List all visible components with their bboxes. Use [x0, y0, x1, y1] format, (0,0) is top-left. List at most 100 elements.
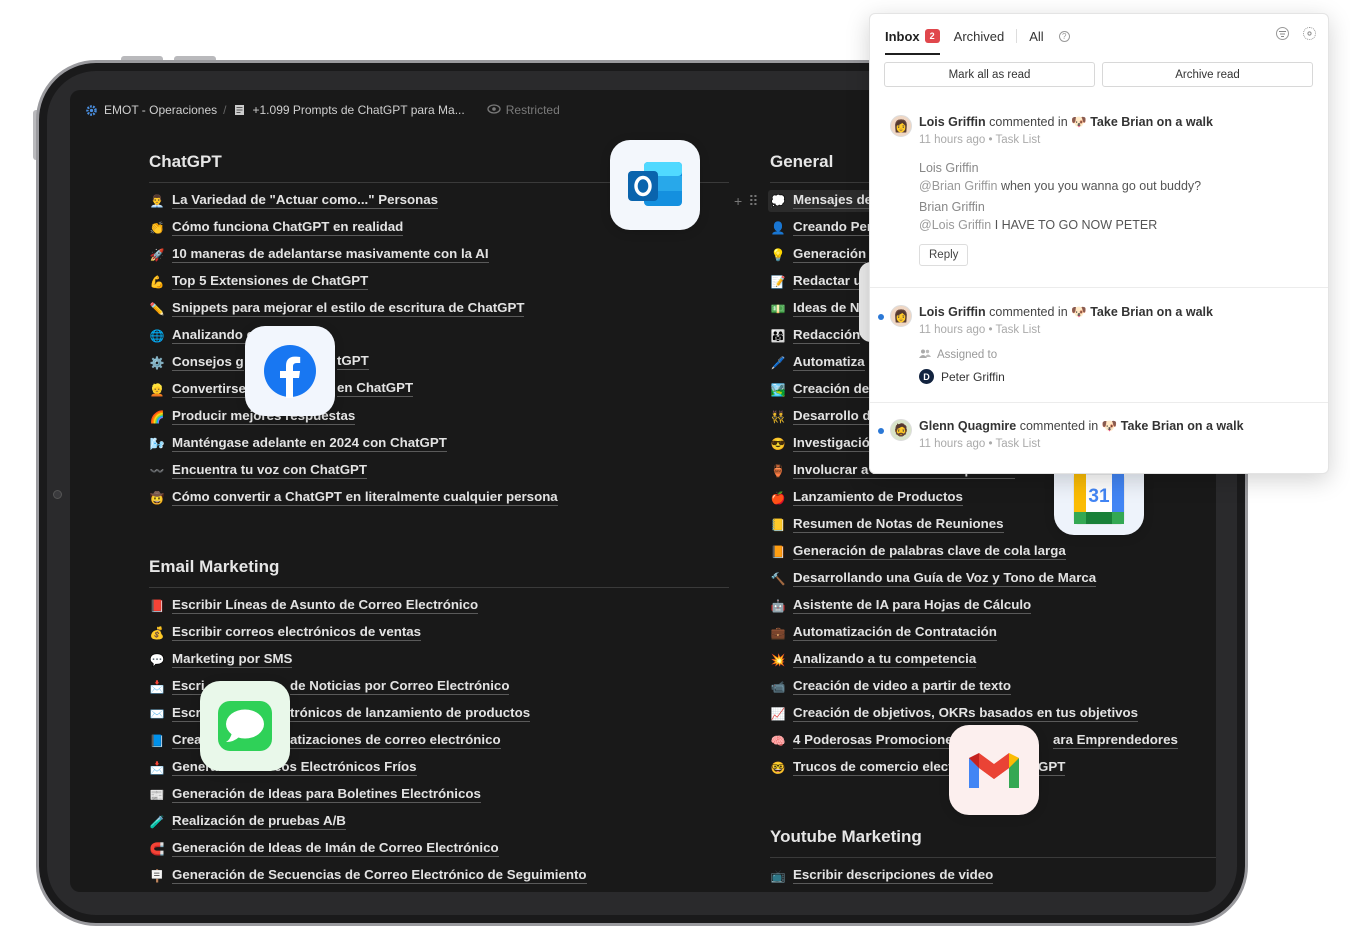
list-item[interactable]: 📈 Creación de objetivos, OKRs basados en … — [770, 700, 1216, 727]
task-link[interactable]: Take Brian on a walk — [1090, 305, 1213, 319]
item-icon: 📩 — [149, 760, 165, 775]
notification-headline: Lois Griffin commented in 🐶 Take Brian o… — [919, 305, 1213, 319]
list-item[interactable]: 🤖 Asistente de IA para Hojas de Cálculo — [770, 592, 1216, 619]
list-item[interactable]: 〰️ Encuentra tu voz con ChatGPT — [149, 457, 729, 484]
list-item[interactable]: 💥 Analizando a tu competencia — [770, 646, 1216, 673]
list-item[interactable]: 🧪 Realización de pruebas A/B — [149, 808, 729, 835]
list-item-tail[interactable]: en ChatGPT — [337, 375, 414, 402]
assigned-to-label: Assigned to — [919, 349, 1328, 361]
settings-gear-icon[interactable] — [1303, 27, 1316, 40]
stage: EMOT - Operaciones / +1.099 Prompts de C… — [0, 0, 1350, 943]
item-label: Creación de video a partir de texto — [793, 678, 1011, 695]
list-item[interactable]: 🤠 Cómo convertir a ChatGPT en literalment… — [149, 484, 729, 511]
list-item[interactable]: 🪧 Generación de Secuencias de Correo Elec… — [149, 862, 729, 889]
list-item[interactable]: 🌐 Analizando e — [149, 322, 729, 349]
notification-item[interactable]: 👩 Lois Griffin commented in 🐶 Take Brian… — [870, 113, 1328, 288]
tab-inbox[interactable]: Inbox 2 — [885, 26, 940, 46]
item-icon: 🌬️ — [149, 436, 165, 451]
item-icon: 💼 — [770, 625, 786, 640]
list-item[interactable]: 🌬️ Manténgase adelante en 2024 con ChatGP… — [149, 430, 729, 457]
filter-icon[interactable] — [1276, 27, 1289, 40]
list-item-tail[interactable]: atizaciones de correo electrónico — [290, 727, 501, 754]
item-icon: ✉️ — [149, 706, 165, 721]
row-handles[interactable]: + ⠿ — [734, 193, 758, 210]
list-item-tail[interactable]: trónicos de lanzamiento de productos — [290, 700, 531, 727]
tab-all[interactable]: All — [1029, 26, 1043, 46]
outlook-app-icon[interactable] — [610, 140, 700, 230]
add-block-icon[interactable]: + — [734, 193, 742, 210]
item-label: Crea — [172, 732, 202, 749]
item-label: Generación de Secuencias de Correo Elect… — [172, 867, 587, 884]
item-icon: 👨‍💼 — [149, 193, 165, 208]
item-label: Automatiza — [793, 354, 865, 371]
list-item[interactable]: 💰 Escribir correos electrónicos de ventas — [149, 619, 729, 646]
mark-all-read-button[interactable]: Mark all as read — [884, 62, 1095, 87]
list-item[interactable]: 👱 Convertirse — [149, 376, 729, 403]
list-item[interactable]: 📹 Creación de video a partir de texto — [770, 673, 1216, 700]
item-icon: 📕 — [149, 598, 165, 613]
tab-divider — [1016, 29, 1018, 43]
item-icon: 📰 — [149, 787, 165, 802]
item-icon: 📺 — [770, 868, 786, 883]
task-link[interactable]: Take Brian on a walk — [1090, 115, 1213, 129]
tab-archived[interactable]: Archived — [954, 26, 1005, 46]
item-icon: 🤠 — [149, 490, 165, 505]
gmail-app-icon[interactable] — [949, 725, 1039, 815]
list-item[interactable]: 💬 Marketing por SMS — [149, 646, 729, 673]
list-item[interactable]: 📙 Generación de palabras clave de cola la… — [770, 538, 1216, 565]
item-icon: 🤖 — [770, 598, 786, 613]
list-item[interactable]: ✏️ Snippets para mejorar el estilo de esc… — [149, 295, 729, 322]
archive-read-button[interactable]: Archive read — [1102, 62, 1313, 87]
list-item[interactable]: 🧲 Generación de Ideas de Imán de Correo E… — [149, 835, 729, 862]
notification-item[interactable]: 👩 Lois Griffin commented in 🐶 Take Brian… — [870, 303, 1328, 403]
list-item-tail[interactable]: ara Emprendedores — [1053, 727, 1178, 754]
item-icon: 🧠 — [770, 733, 786, 748]
eye-icon — [487, 103, 501, 117]
list-item[interactable]: 🚀 10 maneras de adelantarse masivamente c… — [149, 241, 729, 268]
list-item-tail[interactable]: tGPT — [337, 348, 369, 375]
item-icon: 📹 — [770, 679, 786, 694]
panel-tools — [1276, 27, 1316, 40]
drag-handle-icon[interactable]: ⠿ — [748, 193, 758, 210]
item-icon: 🏞️ — [770, 382, 786, 397]
item-icon: 💪 — [149, 274, 165, 289]
list-item[interactable]: 📰 Generación de Ideas para Boletines Elec… — [149, 781, 729, 808]
list-item-tail[interactable]: de Noticias por Correo Electrónico — [290, 673, 510, 700]
panel-actions: Mark all as read Archive read — [884, 62, 1313, 87]
list-item[interactable]: 🌈 Producir mejores respuestas — [149, 403, 729, 430]
item-icon: ⚙️ — [149, 355, 165, 370]
restricted-indicator[interactable]: Restricted — [487, 103, 560, 117]
messages-app-icon[interactable] — [200, 681, 290, 771]
list-item[interactable]: 🔨 Desarrollando una Guía de Voz y Tono de… — [770, 565, 1216, 592]
item-icon: 💵 — [770, 301, 786, 316]
help-icon[interactable]: ? — [1058, 30, 1070, 42]
reply-button[interactable]: Reply — [919, 244, 969, 266]
item-label: Generación de Ideas de Imán de Correo El… — [172, 840, 499, 857]
list-item[interactable]: 🍎 Lanzamiento de Productos — [770, 484, 1216, 511]
list-item[interactable]: 📒 Resumen de Notas de Reuniones — [770, 511, 1216, 538]
item-label: Generación de Ideas para Boletines Elect… — [172, 786, 481, 803]
item-icon: 👨‍👩‍👧 — [770, 328, 786, 343]
avatar: 🧔 — [890, 419, 912, 441]
task-emoji: 🐶 — [1071, 115, 1087, 129]
notification-item[interactable]: 🧔 Glenn Quagmire commented in 🐶 Take Bri… — [870, 417, 1328, 473]
list-item[interactable]: 📕 Escribir Líneas de Asunto de Correo Ele… — [149, 592, 729, 619]
item-icon: 👤 — [770, 220, 786, 235]
facebook-app-icon[interactable] — [245, 326, 335, 416]
item-icon: 🍎 — [770, 490, 786, 505]
item-label: Escribir correos electrónicos de ventas — [172, 624, 422, 641]
list-item[interactable]: 💼 Automatización de Contratación — [770, 619, 1216, 646]
list-item[interactable]: 📺 Escribir descripciones de video — [770, 862, 1216, 889]
item-label: Mensajes de — [793, 192, 873, 209]
task-link[interactable]: Take Brian on a walk — [1121, 419, 1244, 433]
list-item[interactable]: ⚙️ Consejos g — [149, 349, 729, 376]
list-item-tail[interactable]: GPT — [1038, 754, 1066, 781]
breadcrumb-page[interactable]: +1.099 Prompts de ChatGPT para Ma... — [253, 103, 465, 117]
item-icon: 💭 — [770, 193, 786, 208]
item-icon: 👏 — [149, 220, 165, 235]
item-label: Ideas de N — [793, 300, 860, 317]
people-icon — [919, 349, 931, 361]
list-item[interactable]: 💪 Top 5 Extensiones de ChatGPT — [149, 268, 729, 295]
item-label: Desarrollando una Guía de Voz y Tono de … — [793, 570, 1097, 587]
breadcrumb-workspace[interactable]: EMOT - Operaciones — [104, 103, 217, 117]
